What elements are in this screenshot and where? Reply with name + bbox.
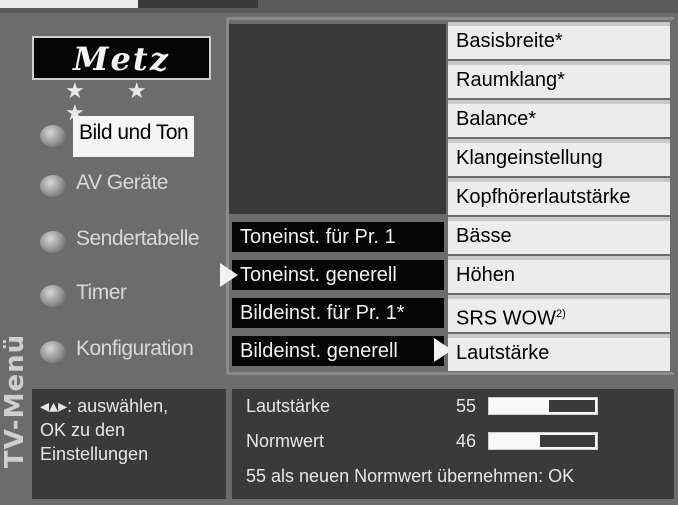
option-hoehen[interactable]: Höhen: [448, 256, 670, 293]
norm-value: 46: [456, 431, 477, 451]
option-label: Basisbreite*: [456, 30, 563, 52]
option-label: Balance*: [456, 108, 537, 130]
option-lautstaerke[interactable]: Lautstärke: [448, 334, 670, 371]
option-label: Raumklang*: [456, 69, 565, 91]
volume-bar[interactable]: [488, 397, 598, 415]
submenu-item-label: Toneinst. für Pr. 1: [240, 226, 396, 248]
option-label: Kopfhörerlautstärke: [456, 186, 631, 208]
submenu-item-toneinst-generell[interactable]: Toneinst. generell: [220, 260, 444, 290]
option-basisbreite[interactable]: Basisbreite*: [448, 22, 670, 59]
option-label: SRS WOW: [456, 307, 556, 330]
option-label: Lautstärke: [456, 342, 550, 364]
menu-item-label: AV Geräte: [76, 171, 169, 194]
help-box: ◂▴▸: auswählen, OK zu den Einstellungen: [32, 389, 226, 499]
volume-bar-empty: [549, 400, 595, 412]
option-klangeinstellung[interactable]: Klangeinstellung: [448, 139, 670, 176]
menu-item-label: Timer: [76, 281, 127, 304]
option-balance[interactable]: Balance*: [448, 100, 670, 137]
norm-label: Normwert: [246, 431, 325, 451]
selection-arrow-icon: [220, 263, 238, 287]
bullet-icon: [40, 341, 66, 363]
norm-prompt: 55 als neuen Normwert übernehmen: OK: [246, 466, 575, 486]
volume-value: 55: [456, 396, 477, 416]
menu-item-label: Konfiguration: [76, 337, 194, 360]
option-label: Klangeinstellung: [456, 147, 603, 169]
top-bar-left: [0, 0, 138, 8]
bullet-icon: [40, 231, 66, 253]
option-kopfhoererlautstaerke[interactable]: Kopfhörerlautstärke: [448, 178, 670, 215]
submenu-item-label: Bildeinst. generell: [240, 340, 398, 362]
top-bar: [0, 0, 678, 13]
help-text: ◂▴▸: auswählen, OK zu den Einstellungen: [40, 394, 168, 466]
preview-area: [229, 24, 446, 214]
bullet-icon: [40, 175, 66, 197]
help-line-1: ◂▴▸: auswählen,: [40, 396, 169, 416]
volume-status-panel: Lautstärke 55 Normwert 46 55 als neuen N…: [232, 389, 674, 499]
metz-logo: Metz: [32, 36, 211, 80]
submenu-item-bildeinst-pr1[interactable]: Bildeinst. für Pr. 1*: [232, 298, 444, 328]
bullet-icon: [40, 285, 66, 307]
help-line-3: Einstellungen: [40, 444, 149, 464]
tv-menu-label-text: TV-Menü: [0, 333, 30, 469]
logo-text: Metz: [73, 40, 170, 78]
menu-item-label: Sendertabelle: [76, 227, 200, 250]
option-label: Höhen: [456, 264, 515, 286]
option-label: Bässe: [456, 225, 512, 247]
help-line-2: OK zu den: [40, 420, 126, 440]
options-list: Basisbreite* Raumklang* Balance* Klangei…: [448, 22, 670, 372]
norm-bar: [488, 432, 598, 450]
submenu-item-toneinst-pr1[interactable]: Toneinst. für Pr. 1: [232, 222, 444, 252]
norm-bar-empty: [540, 435, 595, 447]
volume-label: Lautstärke: [246, 396, 331, 416]
option-srs-wow[interactable]: SRS WOW2): [448, 295, 670, 332]
submenu-item-label: Toneinst. generell: [240, 264, 397, 286]
option-baesse[interactable]: Bässe: [448, 217, 670, 254]
bullet-icon: [40, 125, 66, 147]
menu-item-label: Bild und Ton: [73, 116, 195, 157]
submenu-item-bildeinst-generell[interactable]: Bildeinst. generell: [232, 336, 444, 366]
rating-stars: ★ ★ ★: [65, 78, 165, 125]
option-raumklang[interactable]: Raumklang*: [448, 61, 670, 98]
top-bar-tab: [138, 0, 258, 8]
tv-menu-vertical-label: TV-Menü: [0, 300, 30, 505]
option-footnote: 2): [556, 308, 566, 320]
submenu-item-label: Bildeinst. für Pr. 1*: [240, 302, 405, 324]
